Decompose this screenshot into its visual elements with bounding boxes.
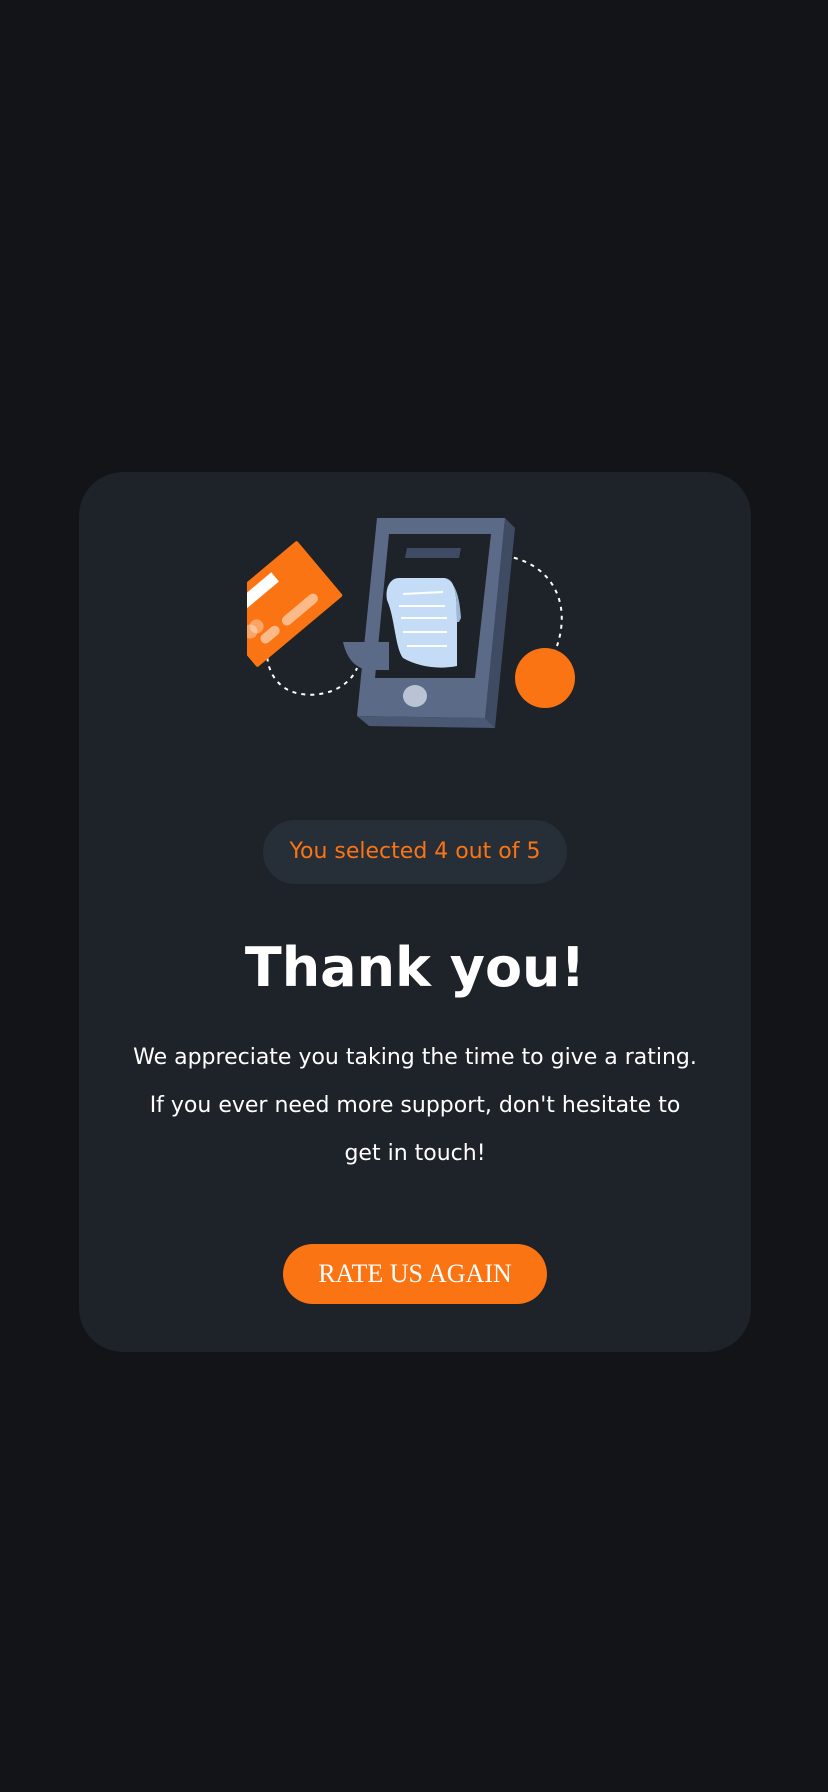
rate-again-button[interactable]: RATE US AGAIN — [283, 1244, 547, 1304]
phone-home-button — [403, 685, 427, 707]
selected-rating-badge: You selected 4 out of 5 — [263, 820, 567, 884]
selected-rating-text: You selected 4 out of 5 — [289, 839, 541, 864]
dashed-orbit-right — [504, 555, 563, 647]
message-line: get in touch! — [344, 1141, 486, 1166]
message-line: If you ever need more support, don't hes… — [149, 1093, 681, 1118]
thank-you-card: You selected 4 out of 5 Thank you! We ap… — [79, 472, 751, 1352]
message-line: We appreciate you taking the time to giv… — [133, 1045, 697, 1070]
receipt-tray — [343, 642, 389, 670]
screen-header — [405, 548, 461, 558]
payment-illustration — [247, 518, 583, 738]
thank-you-message: We appreciate you taking the time to giv… — [119, 1034, 711, 1178]
thank-you-title: Thank you! — [244, 936, 586, 999]
orange-dot — [515, 648, 575, 708]
credit-card — [247, 541, 343, 667]
